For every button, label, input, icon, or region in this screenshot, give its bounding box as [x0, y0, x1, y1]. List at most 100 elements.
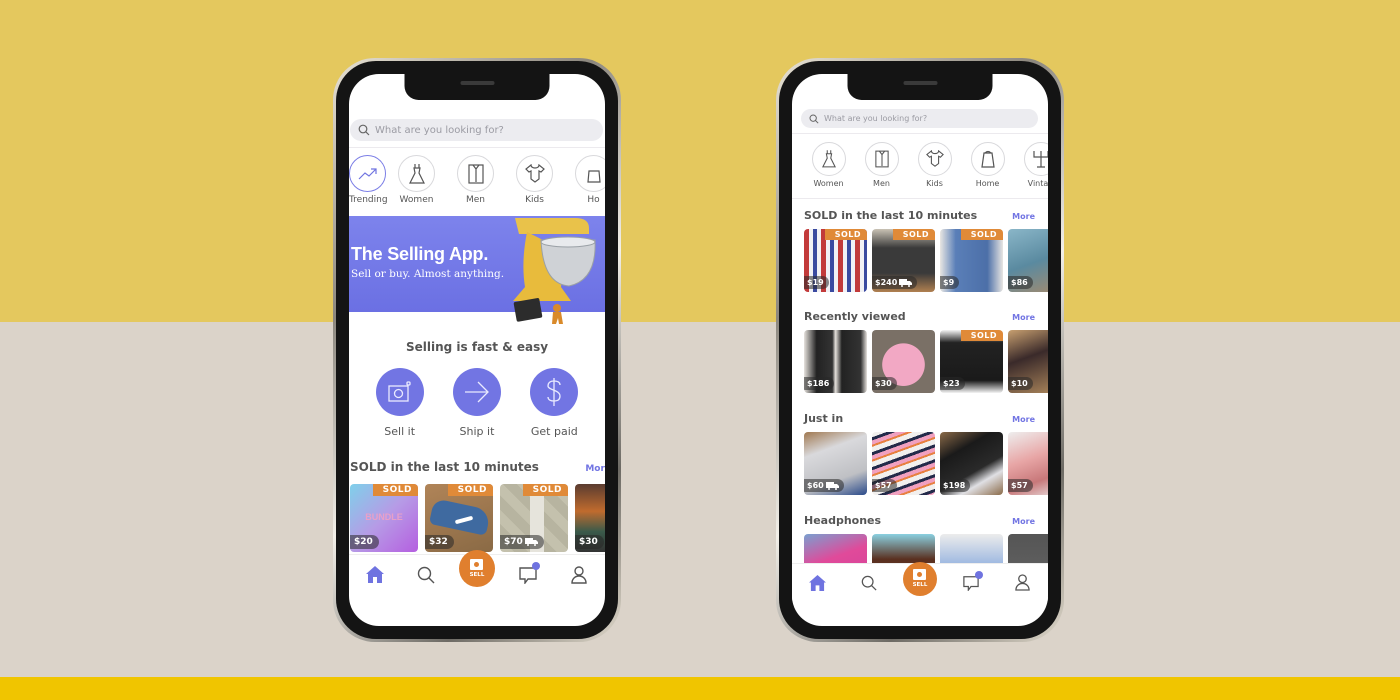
more-link[interactable]: More [1012, 313, 1035, 322]
app-screen-home: What are you looking for? Trending Women… [349, 74, 605, 626]
more-link[interactable]: More [585, 464, 605, 474]
sold-badge: SOLD [522, 484, 568, 496]
listing-tile[interactable]: $198 [940, 432, 1003, 495]
category-vintage[interactable]: Vintag [1014, 142, 1048, 188]
category-label: Ho [587, 195, 600, 205]
candelabra-icon [1032, 151, 1048, 168]
listing-tile[interactable]: SOLD $19 [804, 229, 867, 292]
price-tag: $20 [350, 535, 379, 549]
listing-row: $186 $30 SOLD $23 $10 [804, 330, 1048, 393]
section-title: Headphones [804, 514, 882, 527]
category-label: Vintag [1027, 179, 1048, 188]
phone-right: What are you looking for? Women Men Kids [776, 58, 1064, 642]
listing-tile[interactable]: $30 [575, 484, 605, 552]
camera-icon [913, 569, 927, 580]
category-kids[interactable]: Kids [908, 142, 961, 188]
sell-button[interactable]: SELL [902, 561, 937, 596]
price-tag: $86 [1008, 276, 1033, 289]
category-men[interactable]: Men [855, 142, 908, 188]
banner-title: The Selling App. [351, 244, 489, 264]
sell-button[interactable]: SELL [458, 550, 495, 587]
listing-tile[interactable]: $57 [1008, 432, 1048, 495]
category-label: Trending [349, 195, 388, 205]
more-link[interactable]: More [1012, 212, 1035, 221]
tab-home[interactable] [357, 566, 393, 583]
search-input[interactable]: What are you looking for? [350, 119, 603, 141]
phone-left: What are you looking for? Trending Women… [333, 58, 621, 642]
divider [792, 133, 1048, 134]
shipping-truck-icon [524, 538, 538, 546]
notification-dot [532, 561, 541, 570]
promo-banner[interactable]: The Selling App. Sell or buy. Almost any… [349, 216, 605, 324]
background-yellow [0, 0, 1400, 322]
listing-tile[interactable]: $10 [1008, 330, 1048, 393]
steps-list: Sell it Ship it Get paid [349, 368, 605, 438]
listing-tile[interactable]: SOLD $23 [940, 330, 1003, 393]
step-label: Sell it [384, 425, 416, 438]
tab-search[interactable] [851, 575, 887, 591]
notch [404, 74, 550, 100]
tab-profile[interactable] [1004, 574, 1040, 591]
home-icon [809, 574, 827, 591]
tab-profile[interactable] [561, 565, 597, 584]
listing-tile[interactable]: $86 [1008, 229, 1048, 292]
shipping-truck-icon [825, 481, 839, 490]
sold-badge: SOLD [824, 229, 867, 240]
onesie-icon [925, 150, 944, 167]
sold-items-row: BUNDLE SOLD $20 SOLD $32 SOLD $70 $30 [350, 484, 605, 552]
section-header: Headphones More [792, 514, 1048, 527]
tab-messages[interactable] [953, 570, 989, 591]
listing-tile[interactable]: BUNDLE SOLD $20 [350, 484, 418, 552]
category-kids[interactable]: Kids [505, 155, 564, 205]
step-get-paid[interactable]: Get paid [519, 368, 589, 438]
banner-subtitle: Sell or buy. Almost anything. [351, 268, 505, 280]
more-link[interactable]: More [1012, 517, 1035, 526]
profile-icon [571, 565, 588, 584]
price-tag: $198 [940, 479, 971, 492]
section-title: Recently viewed [804, 310, 906, 323]
category-women[interactable]: Women [802, 142, 855, 188]
sold-badge: SOLD [447, 484, 493, 496]
search-input[interactable]: What are you looking for? [801, 109, 1038, 128]
sell-label: SELL [469, 572, 485, 578]
listing-tile[interactable]: $57 [872, 432, 935, 495]
tab-search[interactable] [408, 566, 444, 584]
sold-badge: SOLD [892, 229, 935, 240]
home-icon [586, 169, 601, 183]
camera-icon [470, 559, 484, 570]
more-link[interactable]: More [1012, 415, 1035, 424]
category-men[interactable]: Men [446, 155, 505, 205]
listing-tile[interactable]: SOLD $32 [425, 484, 493, 552]
search-icon [809, 114, 819, 124]
listing-tile[interactable]: $186 [804, 330, 867, 393]
search-icon [358, 124, 370, 136]
category-label: Men [873, 179, 890, 188]
camera-icon [388, 381, 411, 402]
price-tag: $10 [1008, 377, 1033, 390]
tab-messages[interactable] [510, 561, 546, 584]
tab-sell[interactable]: SELL [902, 561, 938, 596]
listing-tile[interactable]: $30 [872, 330, 935, 393]
category-label: Women [813, 179, 844, 188]
listing-tile[interactable]: SOLD $70 [500, 484, 568, 552]
listing-tile[interactable]: SOLD $240 [872, 229, 935, 292]
dollar-icon [547, 378, 561, 406]
step-ship-it[interactable]: Ship it [442, 368, 512, 438]
price-tag: $19 [804, 276, 829, 289]
category-home[interactable]: Home [961, 142, 1014, 188]
sold-section-header: SOLD in the last 10 minutes More [349, 460, 605, 474]
sold-badge: SOLD [372, 484, 418, 496]
category-trending[interactable]: Trending [349, 155, 388, 205]
listing-tile[interactable]: $60 [804, 432, 867, 495]
divider [792, 198, 1048, 199]
listing-tile[interactable]: SOLD $9 [940, 229, 1003, 292]
category-home[interactable]: Ho [564, 155, 605, 205]
step-sell-it[interactable]: Sell it [365, 368, 435, 438]
section-title: SOLD in the last 10 minutes [350, 460, 539, 474]
home-icon [365, 566, 384, 583]
category-women[interactable]: Women [387, 155, 446, 205]
tab-sell[interactable]: SELL [458, 550, 495, 587]
background-band [0, 677, 1400, 700]
bottom-tab-bar: SELL [792, 561, 1048, 601]
tab-home[interactable] [800, 574, 836, 591]
